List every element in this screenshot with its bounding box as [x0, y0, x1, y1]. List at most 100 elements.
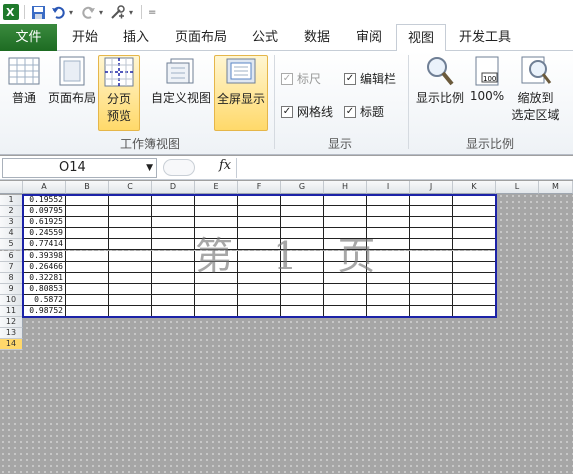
undo-dropdown-icon[interactable]: ▾	[69, 8, 77, 17]
cell-empty[interactable]	[367, 195, 410, 207]
formula-expand-icon[interactable]	[163, 159, 195, 176]
column-header[interactable]: K	[453, 181, 496, 194]
formula-input[interactable]	[236, 158, 571, 178]
cell-empty[interactable]	[410, 294, 453, 306]
cell-value[interactable]: 0.24559	[23, 228, 66, 240]
cell-empty[interactable]	[367, 206, 410, 218]
row-header[interactable]: 4	[0, 228, 23, 240]
column-header[interactable]: D	[152, 181, 195, 194]
worksheet-page-break-preview[interactable]: A B C D E F G H I J K L M 1 2 3 4 5 6 7 8 9 10 11 1…	[0, 181, 573, 474]
tab-review[interactable]: 审阅	[347, 24, 391, 51]
cell-empty[interactable]	[453, 272, 496, 284]
cell-empty[interactable]	[152, 283, 195, 295]
cell-empty[interactable]	[66, 217, 109, 229]
cell-empty[interactable]	[66, 272, 109, 284]
cell-empty[interactable]	[66, 250, 109, 262]
row-header[interactable]: 13	[0, 328, 23, 340]
tab-view[interactable]: 视图	[396, 24, 446, 52]
cell-empty[interactable]	[109, 217, 152, 229]
cell-empty[interactable]	[66, 306, 109, 318]
tab-developer[interactable]: 开发工具	[453, 24, 517, 51]
headings-checkbox[interactable]: ✓ 标题	[344, 103, 384, 120]
cell-empty[interactable]	[410, 239, 453, 251]
cell-empty[interactable]	[109, 250, 152, 262]
cell-empty[interactable]	[410, 206, 453, 218]
row-header[interactable]: 6	[0, 250, 23, 262]
cell-empty[interactable]	[66, 195, 109, 207]
cell-value[interactable]: 0.80853	[23, 283, 66, 295]
cell-empty[interactable]	[453, 250, 496, 262]
cell-empty[interactable]	[410, 306, 453, 318]
cell-empty[interactable]	[152, 261, 195, 273]
cell-empty[interactable]	[152, 239, 195, 251]
cell-empty[interactable]	[453, 239, 496, 251]
column-header[interactable]: B	[66, 181, 109, 194]
tab-insert[interactable]: 插入	[113, 24, 159, 51]
cell-value[interactable]: 0.26466	[23, 261, 66, 273]
column-header[interactable]: A	[23, 181, 66, 194]
cell-value[interactable]: 0.5872	[23, 294, 66, 306]
cell-empty[interactable]	[109, 228, 152, 240]
cell-empty[interactable]	[238, 206, 281, 218]
column-header[interactable]: L	[496, 181, 539, 194]
cell-empty[interactable]	[367, 294, 410, 306]
cell-empty[interactable]	[109, 283, 152, 295]
cell-empty[interactable]	[453, 294, 496, 306]
cell-value[interactable]: 0.77414	[23, 239, 66, 251]
cell-empty[interactable]	[66, 228, 109, 240]
cell-empty[interactable]	[152, 228, 195, 240]
tab-page-layout[interactable]: 页面布局	[163, 24, 239, 51]
cell-empty[interactable]	[453, 261, 496, 273]
undo-icon[interactable]	[49, 3, 67, 21]
column-header[interactable]: M	[539, 181, 573, 194]
cell-empty[interactable]	[152, 217, 195, 229]
cell-empty[interactable]	[238, 195, 281, 207]
cell-empty[interactable]	[324, 206, 367, 218]
insert-function-icon[interactable]: fx	[219, 158, 231, 173]
cell-empty[interactable]	[66, 239, 109, 251]
row-header[interactable]: 10	[0, 294, 23, 306]
cell-value[interactable]: 0.09795	[23, 206, 66, 218]
cell-empty[interactable]	[66, 261, 109, 273]
cell-empty[interactable]	[195, 294, 238, 306]
page-layout-view-button[interactable]: 页面布局	[46, 55, 98, 117]
row-header[interactable]: 14	[0, 339, 23, 351]
cell-empty[interactable]	[410, 228, 453, 240]
cell-empty[interactable]	[195, 306, 238, 318]
cell-empty[interactable]	[410, 250, 453, 262]
cell-value[interactable]: 0.98752	[23, 306, 66, 318]
cell-empty[interactable]	[410, 272, 453, 284]
tools-icon[interactable]	[109, 3, 127, 21]
tab-data[interactable]: 数据	[295, 24, 339, 51]
row-header[interactable]: 12	[0, 317, 23, 329]
name-box-dropdown-icon[interactable]: ▼	[146, 159, 153, 177]
row-header[interactable]: 7	[0, 261, 23, 273]
row-header[interactable]: 11	[0, 306, 23, 318]
cell-empty[interactable]	[410, 283, 453, 295]
zoom-button[interactable]: 显示比例	[414, 55, 466, 117]
column-header[interactable]: C	[109, 181, 152, 194]
cell-empty[interactable]	[109, 239, 152, 251]
cell-empty[interactable]	[238, 283, 281, 295]
cell-empty[interactable]	[66, 206, 109, 218]
cell-empty[interactable]	[195, 283, 238, 295]
cell-empty[interactable]	[109, 195, 152, 207]
cell-empty[interactable]	[410, 261, 453, 273]
cell-empty[interactable]	[410, 217, 453, 229]
cell-empty[interactable]	[238, 306, 281, 318]
save-icon[interactable]	[29, 3, 47, 21]
ruler-checkbox[interactable]: ✓ 标尺	[281, 70, 321, 87]
cell-empty[interactable]	[281, 195, 324, 207]
cell-empty[interactable]	[453, 217, 496, 229]
cell-value[interactable]: 0.19552	[23, 195, 66, 207]
row-header[interactable]: 2	[0, 206, 23, 218]
row-header[interactable]: 1	[0, 195, 23, 207]
column-header[interactable]: E	[195, 181, 238, 194]
row-header[interactable]: 9	[0, 283, 23, 295]
zoom-to-selection-button[interactable]: 缩放到 选定区域	[508, 55, 563, 131]
cell-empty[interactable]	[109, 272, 152, 284]
cell-empty[interactable]	[281, 294, 324, 306]
cell-empty[interactable]	[66, 294, 109, 306]
cell-empty[interactable]	[152, 294, 195, 306]
tab-home[interactable]: 开始	[60, 24, 110, 51]
